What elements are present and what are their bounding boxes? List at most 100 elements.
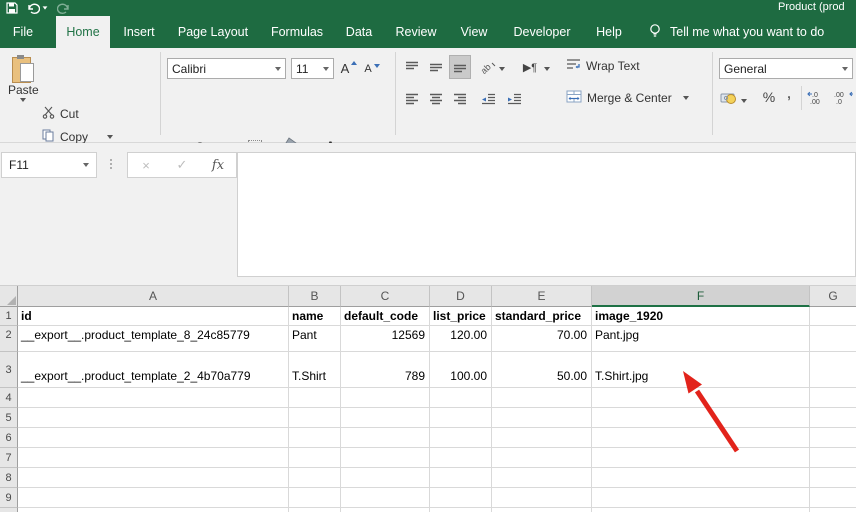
cancel-icon[interactable]: × bbox=[128, 158, 164, 173]
cell[interactable] bbox=[341, 488, 430, 508]
align-left-button[interactable] bbox=[402, 88, 422, 110]
cell-D1[interactable]: list_price bbox=[430, 307, 492, 326]
number-format-select[interactable]: General bbox=[719, 58, 853, 79]
decrease-decimal-button[interactable]: .00.0 bbox=[832, 86, 854, 108]
insert-function-icon[interactable]: fx bbox=[200, 158, 236, 173]
row-header-10[interactable] bbox=[0, 508, 18, 512]
cell[interactable] bbox=[430, 468, 492, 488]
wrap-text-button[interactable]: Wrap Text bbox=[566, 56, 640, 76]
cell[interactable] bbox=[341, 508, 430, 512]
cell[interactable] bbox=[810, 488, 856, 508]
cell[interactable] bbox=[810, 428, 856, 448]
cell-E2[interactable]: 70.00 bbox=[492, 326, 592, 352]
column-header-C[interactable]: C bbox=[341, 286, 430, 307]
cell[interactable] bbox=[430, 508, 492, 512]
cell[interactable] bbox=[430, 488, 492, 508]
cell-A3[interactable]: __export__.product_template_2_4b70a779 bbox=[18, 352, 289, 388]
cell[interactable] bbox=[18, 488, 289, 508]
cell-G2[interactable] bbox=[810, 326, 856, 352]
cell[interactable] bbox=[341, 468, 430, 488]
cell[interactable] bbox=[592, 428, 810, 448]
cell[interactable] bbox=[289, 448, 341, 468]
cell[interactable] bbox=[810, 408, 856, 428]
row-header-7[interactable]: 7 bbox=[0, 448, 18, 468]
row-header-6[interactable]: 6 bbox=[0, 428, 18, 448]
cell[interactable] bbox=[430, 408, 492, 428]
cell[interactable] bbox=[592, 448, 810, 468]
enter-icon[interactable]: ✓ bbox=[164, 157, 200, 173]
row-header-4[interactable]: 4 bbox=[0, 388, 18, 408]
cell-C3[interactable]: 789 bbox=[341, 352, 430, 388]
cell-E3[interactable]: 50.00 bbox=[492, 352, 592, 388]
cell[interactable] bbox=[492, 448, 592, 468]
copy-dropdown-icon[interactable] bbox=[107, 135, 113, 139]
text-direction-button[interactable]: ▶¶ bbox=[518, 56, 542, 78]
cell[interactable] bbox=[289, 388, 341, 408]
name-box[interactable]: F11 bbox=[1, 152, 97, 178]
name-box-dropdown-icon[interactable] bbox=[83, 163, 89, 167]
cell[interactable] bbox=[289, 508, 341, 512]
cell-C1[interactable]: default_code bbox=[341, 307, 430, 326]
cell-C2[interactable]: 12569 bbox=[341, 326, 430, 352]
tab-file[interactable]: File bbox=[0, 16, 46, 48]
cell-F3[interactable]: T.Shirt.jpg bbox=[592, 352, 810, 388]
cell[interactable] bbox=[18, 428, 289, 448]
tab-formulas[interactable]: Formulas bbox=[264, 16, 330, 48]
cell-A1[interactable]: id bbox=[18, 307, 289, 326]
align-bottom-button[interactable] bbox=[450, 56, 470, 78]
cell[interactable] bbox=[341, 388, 430, 408]
tab-page-layout[interactable]: Page Layout bbox=[168, 16, 258, 48]
cell-G3[interactable] bbox=[810, 352, 856, 388]
cell-G1[interactable] bbox=[810, 307, 856, 326]
shrink-font-button[interactable]: A bbox=[362, 58, 382, 80]
tab-developer[interactable]: Developer bbox=[504, 16, 580, 48]
orientation-dropdown-icon[interactable] bbox=[499, 58, 505, 80]
cell[interactable] bbox=[289, 488, 341, 508]
cell[interactable] bbox=[492, 468, 592, 488]
column-header-F-selected[interactable]: F bbox=[592, 286, 810, 307]
select-all-button[interactable] bbox=[0, 286, 18, 307]
cell[interactable] bbox=[430, 388, 492, 408]
percent-style-button[interactable]: % bbox=[760, 86, 778, 108]
column-header-G[interactable]: G bbox=[810, 286, 856, 307]
tab-review[interactable]: Review bbox=[388, 16, 444, 48]
cell-F1[interactable]: image_1920 bbox=[592, 307, 810, 326]
row-header-2[interactable]: 2 bbox=[0, 326, 18, 352]
cell[interactable] bbox=[592, 408, 810, 428]
increase-indent-button[interactable] bbox=[504, 88, 524, 110]
merge-center-dropdown-icon[interactable] bbox=[683, 96, 689, 100]
accounting-dropdown-icon[interactable] bbox=[741, 90, 747, 112]
customize-qat-icon[interactable] bbox=[95, 0, 101, 17]
merge-center-button[interactable]: Merge & Center bbox=[566, 88, 689, 108]
tab-home[interactable]: Home bbox=[56, 16, 110, 48]
column-header-A[interactable]: A bbox=[18, 286, 289, 307]
tab-insert[interactable]: Insert bbox=[116, 16, 162, 48]
increase-decimal-button[interactable]: .0.00 bbox=[806, 86, 828, 108]
formula-input[interactable] bbox=[237, 152, 856, 277]
cell[interactable] bbox=[18, 408, 289, 428]
cell[interactable] bbox=[18, 388, 289, 408]
cell[interactable] bbox=[492, 388, 592, 408]
align-right-button[interactable] bbox=[450, 88, 470, 110]
text-direction-dropdown-icon[interactable] bbox=[544, 58, 550, 80]
column-header-E[interactable]: E bbox=[492, 286, 592, 307]
align-middle-button[interactable] bbox=[426, 56, 446, 78]
cell[interactable] bbox=[810, 508, 856, 512]
cell[interactable] bbox=[18, 448, 289, 468]
cell[interactable] bbox=[430, 428, 492, 448]
cell[interactable] bbox=[289, 468, 341, 488]
cell[interactable] bbox=[430, 448, 492, 468]
cell[interactable] bbox=[341, 408, 430, 428]
redo-icon[interactable] bbox=[57, 2, 70, 14]
row-header-3[interactable]: 3 bbox=[0, 352, 18, 388]
undo-icon[interactable] bbox=[27, 2, 48, 14]
cell[interactable] bbox=[592, 508, 810, 512]
cell-A2[interactable]: __export__.product_template_8_24c85779 bbox=[18, 326, 289, 352]
align-center-button[interactable] bbox=[426, 88, 446, 110]
cell[interactable] bbox=[810, 448, 856, 468]
column-header-D[interactable]: D bbox=[430, 286, 492, 307]
tab-help[interactable]: Help bbox=[586, 16, 632, 48]
align-top-button[interactable] bbox=[402, 56, 422, 78]
comma-style-button[interactable]: , bbox=[783, 82, 795, 104]
cell[interactable] bbox=[18, 468, 289, 488]
